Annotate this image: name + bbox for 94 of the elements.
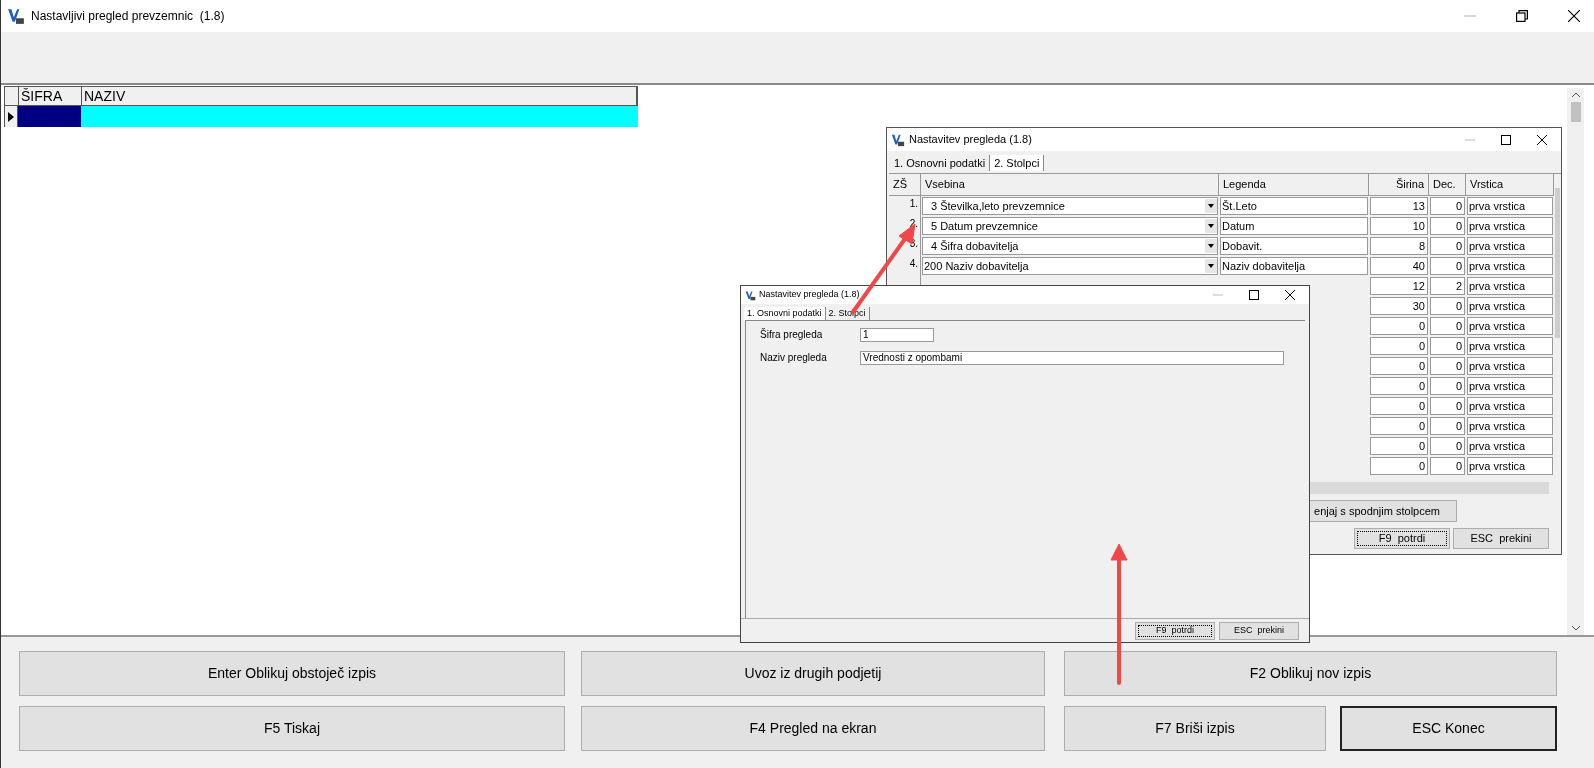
text-field[interactable]: 1	[860, 327, 934, 342]
action-button[interactable]: ESC Konec	[1340, 706, 1557, 751]
width-field[interactable]: 0	[1370, 397, 1428, 415]
width-field[interactable]: 0	[1370, 457, 1428, 475]
decimals-field[interactable]: 0	[1430, 317, 1465, 335]
row-line-field[interactable]: prva vrstica	[1467, 277, 1553, 295]
column-header: Vsebina	[921, 174, 1219, 196]
row-line-field[interactable]: prva vrstica	[1467, 417, 1553, 435]
field-label: Naziv pregleda	[760, 351, 828, 365]
close-icon[interactable]	[1537, 134, 1547, 145]
vertical-scrollbar[interactable]	[1567, 88, 1584, 635]
decimals-field[interactable]: 0	[1430, 457, 1465, 475]
row-line-field[interactable]: prva vrstica	[1467, 377, 1553, 395]
scroll-thumb[interactable]	[1555, 188, 1560, 338]
action-button[interactable]: Enter Oblikuj obstoječ izpis	[19, 651, 565, 696]
content-dropdown[interactable]: 200 Naziv dobavitelja	[922, 257, 1218, 275]
decimals-field[interactable]: 0	[1430, 297, 1465, 315]
decimals-field[interactable]: 2	[1430, 277, 1465, 295]
width-field[interactable]: 8	[1370, 237, 1428, 255]
row-line-field[interactable]: prva vrstica	[1467, 197, 1553, 215]
row-line-field[interactable]: prva vrstica	[1467, 337, 1553, 355]
legend-field[interactable]: Dobavit.	[1220, 237, 1368, 255]
row-line-field[interactable]: prva vrstica	[1467, 317, 1553, 335]
width-field[interactable]: 0	[1370, 357, 1428, 375]
row-line-field[interactable]: prva vrstica	[1467, 357, 1553, 375]
restore-icon[interactable]	[1516, 10, 1528, 22]
width-field[interactable]: 12	[1370, 277, 1428, 295]
row-line-field[interactable]: prva vrstica	[1467, 297, 1553, 315]
legend-field[interactable]: Naziv dobavitelja	[1220, 257, 1368, 275]
legend-field[interactable]: Datum	[1220, 217, 1368, 235]
column-header: Legenda	[1219, 174, 1369, 196]
width-field[interactable]: 0	[1370, 337, 1428, 355]
maximize-icon[interactable]	[1249, 290, 1259, 300]
maximize-icon[interactable]	[1501, 134, 1511, 145]
width-field[interactable]: 13	[1370, 197, 1428, 215]
column-header: NAZIV	[82, 87, 637, 105]
row-line-field[interactable]: prva vrstica	[1467, 397, 1553, 415]
row-number: 1.	[909, 197, 918, 211]
decimals-field[interactable]: 0	[1430, 237, 1465, 255]
close-icon[interactable]	[1568, 10, 1580, 22]
window-title: Nastavljivi pregled prevzemnic (1.8)	[31, 8, 225, 25]
decimals-field[interactable]: 0	[1430, 417, 1465, 435]
width-field[interactable]: 0	[1370, 377, 1428, 395]
column-header: ZŠ	[889, 174, 921, 196]
tab[interactable]: 2. Stolpci	[990, 154, 1045, 171]
action-button[interactable]: F5 Tiskaj	[19, 706, 565, 751]
app-logo-icon	[7, 7, 25, 25]
width-field[interactable]: 0	[1370, 417, 1428, 435]
width-field[interactable]: 10	[1370, 217, 1428, 235]
content-dropdown[interactable]: 3 Številka,leto prevzemnice	[922, 197, 1218, 215]
table-cell[interactable]	[81, 106, 638, 127]
row-line-field[interactable]: prva vrstica	[1467, 437, 1553, 455]
decimals-field[interactable]: 0	[1430, 397, 1465, 415]
decimals-field[interactable]: 0	[1430, 377, 1465, 395]
decimals-field[interactable]: 0	[1430, 337, 1465, 355]
row-number: 4.	[909, 257, 918, 271]
dialog-title: Nastavitev pregleda (1.8)	[909, 132, 1032, 148]
action-button[interactable]: Uvoz iz drugih podjetij	[581, 651, 1045, 696]
text-field[interactable]: Vrednosti z opombami	[860, 350, 1284, 365]
scroll-thumb[interactable]	[1570, 102, 1581, 122]
width-field[interactable]: 0	[1370, 317, 1428, 335]
decimals-field[interactable]: 0	[1430, 257, 1465, 275]
close-icon[interactable]	[1285, 290, 1295, 300]
decimals-field[interactable]: 0	[1430, 197, 1465, 215]
dialog-button[interactable]: F9 potrdi	[1135, 621, 1215, 640]
action-button[interactable]: F7 Briši izpis	[1064, 706, 1326, 751]
table-cell[interactable]	[18, 106, 81, 127]
row-line-field[interactable]: prva vrstica	[1467, 217, 1553, 235]
dialog-title: Nastavitev pregleda (1.8)	[759, 288, 860, 302]
dialog-button[interactable]: F9 potrdi	[1354, 528, 1450, 549]
column-header: Širina	[1369, 174, 1429, 196]
decimals-field[interactable]: 0	[1430, 217, 1465, 235]
column-header: ŠIFRA	[19, 87, 82, 105]
decimals-field[interactable]: 0	[1430, 357, 1465, 375]
action-button[interactable]: F4 Pregled na ekran	[581, 706, 1045, 751]
content-dropdown[interactable]: 4 Šifra dobavitelja	[922, 237, 1218, 255]
tab[interactable]: 2. Stolpci	[825, 306, 870, 320]
width-field[interactable]: 40	[1370, 257, 1428, 275]
row-line-field[interactable]: prva vrstica	[1467, 257, 1553, 275]
action-button[interactable]: F2 Oblikuj nov izpis	[1064, 651, 1557, 696]
field-label: Šifra pregleda	[760, 327, 824, 342]
legend-field[interactable]: Št.Leto	[1220, 197, 1368, 215]
content-dropdown[interactable]: 5 Datum prevzemnice	[922, 217, 1218, 235]
column-header: Dec.	[1429, 174, 1466, 196]
dialog-button[interactable]: ESC prekini	[1219, 621, 1299, 640]
tab[interactable]: 1. Osnovni podatki	[744, 306, 826, 320]
decimals-field[interactable]: 0	[1430, 437, 1465, 455]
width-field[interactable]: 0	[1370, 437, 1428, 455]
app-logo-icon	[745, 289, 756, 301]
dialog-button[interactable]: ESC prekini	[1453, 528, 1549, 549]
row-line-field[interactable]: prva vrstica	[1467, 237, 1553, 255]
app-logo-icon	[891, 132, 905, 147]
row-line-field[interactable]: prva vrstica	[1467, 457, 1553, 475]
width-field[interactable]: 30	[1370, 297, 1428, 315]
